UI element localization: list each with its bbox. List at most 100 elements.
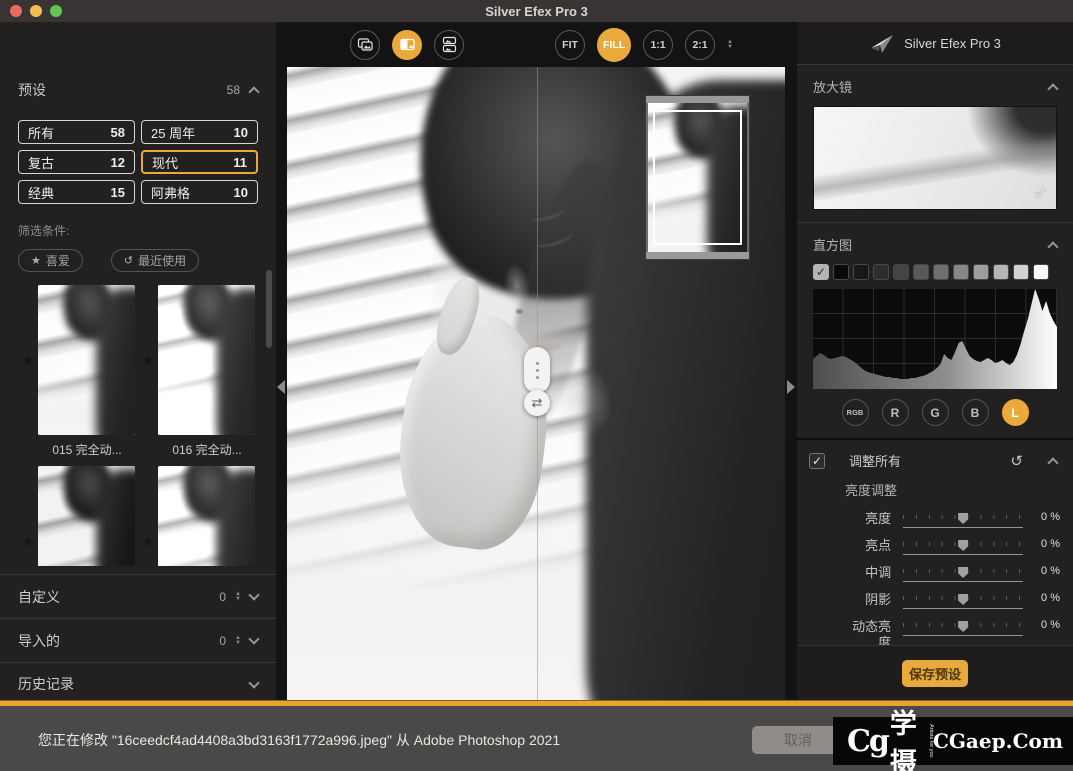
zone-swatch-4[interactable]	[913, 264, 929, 280]
adjust-all-checkbox[interactable]: ✓	[809, 453, 825, 469]
dynamic-brightness-slider[interactable]	[903, 621, 1023, 636]
watermark-site: CGaep.Com	[933, 729, 1063, 753]
zone-swatch-6[interactable]	[953, 264, 969, 280]
single-view-icon	[357, 36, 374, 53]
stepper-icon[interactable]: ▲▼	[235, 592, 241, 602]
slider-handle[interactable]	[958, 540, 968, 551]
highlights-slider[interactable]	[903, 540, 1023, 555]
right-panel-footer: 保存预设	[797, 645, 1073, 700]
filter-favorites-button[interactable]: ★ 喜爱	[18, 249, 83, 272]
loupe-header[interactable]: 放大镜	[797, 65, 1073, 104]
collapse-left-panel-arrow[interactable]	[277, 380, 285, 394]
watermark-cn-logo: 学摄	[890, 702, 926, 771]
stepper-icon[interactable]: ▲▼	[235, 636, 241, 646]
shadows-slider[interactable]	[903, 594, 1023, 609]
close-window-button[interactable]	[10, 5, 22, 17]
section-history[interactable]: 历史记录	[0, 662, 276, 700]
channel-r-button[interactable]: R	[882, 399, 909, 426]
presets-header[interactable]: 预设 58	[18, 80, 258, 100]
slider-midtones: 中调 0 %	[797, 565, 1073, 582]
zone-system-row: ✓	[813, 264, 1057, 280]
left-panel-collapse-strip	[276, 22, 287, 700]
preset-name-016: 016 完全动...	[138, 441, 258, 458]
midtones-slider[interactable]	[903, 567, 1023, 582]
favorite-star-icon[interactable]: ★	[138, 532, 158, 550]
chevron-up-icon[interactable]	[1047, 241, 1058, 252]
channel-rgb-button[interactable]: RGB	[842, 399, 869, 426]
status-message: 您正在修改 "16ceedcf4ad4408a3bd3163f1772a996.…	[38, 730, 560, 750]
stacked-view-button[interactable]	[434, 30, 464, 60]
slider-handle[interactable]	[958, 621, 968, 632]
zoom-stepper-icon[interactable]: ▲▼	[727, 40, 733, 50]
watermark-cg-logo: Cg	[847, 724, 888, 759]
split-view-button[interactable]	[392, 30, 422, 60]
minimize-window-button[interactable]	[30, 5, 42, 17]
channel-l-button[interactable]: L	[1002, 399, 1029, 426]
zoom-1-1-button[interactable]: 1:1	[643, 30, 673, 60]
scrollbar-thumb[interactable]	[266, 270, 272, 348]
chevron-down-icon[interactable]	[248, 633, 259, 644]
preset-thumbnail[interactable]	[158, 466, 255, 566]
maximize-window-button[interactable]	[50, 5, 62, 17]
channel-b-button[interactable]: B	[962, 399, 989, 426]
zone-swatch-1[interactable]	[853, 264, 869, 280]
nik-logo-icon	[869, 32, 895, 54]
chevron-up-icon[interactable]	[1047, 457, 1058, 468]
zoom-fill-button[interactable]: FILL	[597, 28, 631, 62]
section-imported[interactable]: 导入的 0 ▲▼	[0, 618, 276, 662]
slider-handle[interactable]	[958, 567, 968, 578]
zoom-fit-button[interactable]: FIT	[555, 30, 585, 60]
zone-swatch-2[interactable]	[873, 264, 889, 280]
preset-thumbnail-015[interactable]	[38, 285, 135, 435]
filter-conditions-label: 筛选条件:	[18, 222, 258, 239]
zone-swatch-3[interactable]	[893, 264, 909, 280]
app-window: Silver Efex Pro 3 预设 58 所有 58 25 周年 10 复…	[0, 0, 1073, 771]
category-all[interactable]: 所有 58	[18, 120, 135, 144]
split-drag-handle[interactable]	[524, 347, 550, 393]
collapse-right-panel-arrow[interactable]	[787, 380, 795, 394]
navigator-view-frame[interactable]	[653, 110, 742, 245]
histogram-channels: RGB R G B L	[797, 399, 1073, 426]
zone-swatch-0[interactable]	[833, 264, 849, 280]
chevron-up-icon[interactable]	[1047, 83, 1058, 94]
chevron-down-icon[interactable]	[248, 677, 259, 688]
section-custom[interactable]: 自定义 0 ▲▼	[0, 574, 276, 618]
category-agfa[interactable]: 阿弗格 10	[141, 180, 258, 204]
preset-thumbnail[interactable]	[38, 466, 135, 566]
zoom-2-1-button[interactable]: 2:1	[685, 30, 715, 60]
brightness-slider[interactable]	[903, 513, 1023, 528]
zone-swatch-8[interactable]	[993, 264, 1009, 280]
reset-icon[interactable]: ↺	[1010, 452, 1023, 470]
cancel-button[interactable]: 取消	[752, 726, 844, 754]
pin-icon[interactable]	[1033, 185, 1048, 203]
favorite-star-icon[interactable]: ★	[18, 532, 38, 550]
loupe-preview[interactable]	[813, 106, 1057, 210]
chevron-down-icon[interactable]	[248, 589, 259, 600]
category-vintage[interactable]: 复古 12	[18, 150, 135, 174]
save-preset-button[interactable]: 保存预设	[902, 660, 968, 687]
zone-swatch-10[interactable]	[1033, 264, 1049, 280]
image-preview-canvas[interactable]: ⇄	[287, 67, 785, 700]
preset-thumbnail-016[interactable]	[158, 285, 255, 435]
zone-checkbox[interactable]: ✓	[813, 264, 829, 280]
favorite-star-icon[interactable]: ★	[18, 351, 38, 369]
channel-g-button[interactable]: G	[922, 399, 949, 426]
status-bar: 您正在修改 "16ceedcf4ad4408a3bd3163f1772a996.…	[0, 706, 1073, 771]
slider-handle[interactable]	[958, 513, 968, 524]
favorite-star-icon[interactable]: ★	[138, 351, 158, 369]
filter-recent-button[interactable]: ↺ 最近使用	[111, 249, 199, 272]
histogram-header[interactable]: 直方图	[797, 223, 1073, 262]
swap-before-after-button[interactable]: ⇄	[524, 390, 550, 416]
histogram-chart	[813, 289, 1057, 389]
slider-handle[interactable]	[958, 594, 968, 605]
category-25th-anniversary[interactable]: 25 周年 10	[141, 120, 258, 144]
chevron-up-icon[interactable]	[248, 86, 259, 97]
category-modern[interactable]: 现代 11	[141, 150, 258, 174]
category-classic[interactable]: 经典 15	[18, 180, 135, 204]
single-view-button[interactable]	[350, 30, 380, 60]
zone-swatch-7[interactable]	[973, 264, 989, 280]
zone-swatch-5[interactable]	[933, 264, 949, 280]
navigator-thumbnail[interactable]	[645, 95, 750, 260]
adjustments-panel: Silver Efex Pro 3 放大镜 直方图 ✓	[797, 22, 1073, 700]
zone-swatch-9[interactable]	[1013, 264, 1029, 280]
